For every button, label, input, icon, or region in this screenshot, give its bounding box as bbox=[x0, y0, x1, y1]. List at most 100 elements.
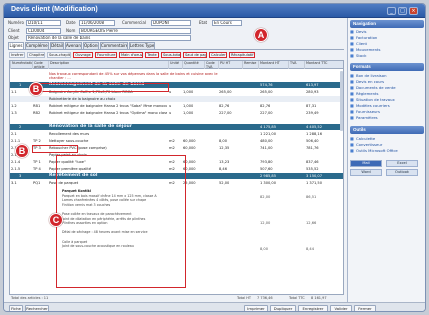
panel-item-calculette[interactable]: Calculette bbox=[350, 136, 375, 141]
col-montant-ttc[interactable]: Montant TTC bbox=[304, 61, 340, 69]
table-row[interactable]: 2 Rénovation de la salle de séjour 4 175,8… bbox=[10, 124, 343, 130]
objet-field[interactable]: Rénovation de la salle de bains bbox=[26, 35, 191, 41]
commercial-field[interactable]: DUPONT bbox=[151, 20, 191, 26]
cell-ht: 793,80 bbox=[260, 160, 273, 164]
panel-item-mouvements[interactable]: Mouvements bbox=[350, 47, 380, 52]
close-button[interactable]: × bbox=[409, 7, 418, 15]
cell-ht: 2 985,85 bbox=[260, 174, 277, 178]
col-pu-ht[interactable]: PU HT bbox=[218, 61, 242, 69]
panel-word-button[interactable]: Word bbox=[350, 169, 382, 176]
panel-item-convertisseur[interactable]: Convertisseur bbox=[350, 142, 382, 147]
valider-button[interactable]: Valider bbox=[330, 305, 352, 311]
numero-field[interactable]: D10/11 bbox=[26, 20, 61, 26]
sous-chapitre-button[interactable]: Sous-chapitre bbox=[47, 52, 71, 58]
grid-scrollbar-thumb[interactable] bbox=[340, 71, 343, 131]
etat-select[interactable]: En Cours bbox=[212, 20, 242, 26]
col-unite[interactable]: Unité bbox=[168, 61, 182, 69]
date-field[interactable]: 11/06/2008 bbox=[79, 20, 115, 26]
tab-options[interactable]: Options bbox=[83, 42, 99, 49]
highlight-section-1 bbox=[34, 83, 169, 92]
texte-button[interactable]: Texte bbox=[145, 52, 159, 58]
saut-page-button[interactable]: Saut de page bbox=[183, 52, 207, 58]
tab-lignes[interactable]: Lignes bbox=[8, 42, 24, 49]
panel-item-bon-livraison[interactable]: Bon de livraison bbox=[350, 73, 386, 78]
recapitulatif-button[interactable]: Récapitulatif bbox=[229, 52, 255, 58]
panel-mail-button[interactable]: Mail bbox=[350, 160, 382, 167]
panel-excel-button[interactable]: Excel bbox=[386, 160, 418, 167]
col-description[interactable]: Description bbox=[48, 61, 168, 69]
detail-value-ttc: 12,66 bbox=[306, 221, 317, 225]
tab-detail[interactable]: Détail bbox=[50, 42, 64, 49]
panel-item-stock[interactable]: Stock bbox=[350, 53, 366, 58]
table-row[interactable]: Robinetterie de la baignoire au choix bbox=[10, 96, 343, 102]
panel-item-modeles[interactable]: Modèles courriers bbox=[350, 103, 390, 108]
col-quantite[interactable]: Quantité bbox=[182, 61, 204, 69]
cell-num: 3 bbox=[19, 174, 22, 178]
cell-ht: 574,76 bbox=[260, 83, 273, 87]
panel-item-client[interactable]: Client bbox=[350, 41, 367, 46]
cell-unit: u bbox=[169, 104, 172, 108]
cell-ttc: 1 371,50 bbox=[306, 181, 323, 185]
maximize-button[interactable]: □ bbox=[398, 7, 407, 15]
sous-total-button[interactable]: Sous-total bbox=[161, 52, 181, 58]
tab-avenant[interactable]: Avenant bbox=[65, 42, 82, 49]
panel-item-devis[interactable]: Devis bbox=[350, 29, 366, 34]
col-montant-ht[interactable]: Montant HT bbox=[258, 61, 288, 69]
table-row[interactable]: 1.3 RB2 Robinet mitigeur de baignoire Hans… bbox=[10, 110, 343, 116]
panel-item-parametres[interactable]: Paramètres bbox=[350, 115, 378, 120]
dupliquer-button[interactable]: Dupliquer bbox=[270, 305, 296, 311]
panel-item-office[interactable]: Outils Microsoft Office bbox=[350, 148, 398, 153]
panel-outlook-button[interactable]: Outlook bbox=[386, 169, 418, 176]
cell-unit: m2 bbox=[169, 139, 175, 143]
panel-header-navigation[interactable]: Navigation bbox=[350, 20, 424, 28]
panel-item-devis-en-cours[interactable]: Devis en cours bbox=[350, 79, 384, 84]
tab-complements[interactable]: Compléments bbox=[25, 42, 49, 49]
rechercher-button[interactable]: Rechercher bbox=[25, 305, 49, 311]
detail-value-ttc: 8,44 bbox=[306, 247, 315, 251]
cell-ttc: 87,31 bbox=[306, 104, 317, 108]
tab-lettres-types[interactable]: Lettres Types bbox=[129, 42, 155, 49]
panel-item-documents-vente[interactable]: Documents de vente bbox=[350, 85, 396, 90]
table-row[interactable]: 2.1.1 TP 2 Nettoyer sous-couche m2 60,000 8,0… bbox=[10, 138, 343, 144]
insert-button[interactable]: Insérer bbox=[9, 52, 25, 58]
table-row[interactable]: 2.1 Recollement des murs 1 221,00 1 288,16 bbox=[10, 131, 343, 137]
imprimer-button[interactable]: Imprimer bbox=[244, 305, 268, 311]
panel-item-fournisseurs[interactable]: Fournisseurs bbox=[350, 109, 380, 114]
cell-code: RB2 bbox=[33, 111, 41, 115]
table-row[interactable]: Nos travaux correspondant de 45% sur vos… bbox=[10, 71, 343, 81]
col-remise[interactable]: Remise bbox=[242, 61, 258, 69]
cell-pu: 82,76 bbox=[219, 104, 230, 108]
cell-code: RB1 bbox=[33, 104, 41, 108]
panel-header-outils[interactable]: Outils bbox=[350, 126, 424, 134]
label-nom: Nom bbox=[66, 28, 76, 33]
ouvrage-button[interactable]: Ouvrage bbox=[73, 52, 93, 58]
tab-commentaires[interactable]: Commentaires bbox=[100, 42, 128, 49]
panel-item-reglements[interactable]: Règlements bbox=[350, 91, 378, 96]
callout-a: A bbox=[254, 28, 268, 42]
table-row[interactable] bbox=[10, 117, 343, 123]
col-code-tva[interactable]: Code TVA bbox=[204, 61, 218, 69]
main-oeuvre-button[interactable]: Main d'oeuvre bbox=[119, 52, 143, 58]
nom-field[interactable]: BOURGEOIS Pierre bbox=[79, 28, 191, 34]
col-code[interactable]: Code article bbox=[32, 61, 48, 69]
calculer-button[interactable]: Calculer bbox=[209, 52, 227, 58]
cell-ht: 741,00 bbox=[260, 146, 273, 150]
fiche-button[interactable]: Fiche bbox=[9, 305, 23, 311]
fourniture-button[interactable]: Fourniture bbox=[95, 52, 117, 58]
label-commercial: Commercial bbox=[122, 20, 146, 25]
cell-ttc: 4 405,52 bbox=[306, 125, 323, 129]
fermer-button[interactable]: Fermer bbox=[354, 305, 376, 311]
enregistrer-button[interactable]: Enregistrer bbox=[298, 305, 328, 311]
col-tva[interactable]: TVA bbox=[288, 61, 304, 69]
col-numerotation[interactable]: Numérotation bbox=[10, 61, 32, 69]
panel-header-formats[interactable]: Formats bbox=[350, 63, 424, 71]
client-field[interactable]: CLI0004 bbox=[26, 28, 61, 34]
table-row[interactable]: 1.2 RB1 Robinet mitigeur de baignoire Hans… bbox=[10, 103, 343, 109]
cell-ttc: 506,40 bbox=[306, 139, 319, 143]
panel-item-situation[interactable]: Situation de travaux bbox=[350, 97, 395, 102]
chapitre-button[interactable]: Chapitre bbox=[27, 52, 45, 58]
cell-ht: 4 175,85 bbox=[260, 125, 277, 129]
cell-num: 1 bbox=[19, 83, 22, 87]
minimize-button[interactable]: _ bbox=[387, 7, 396, 15]
panel-item-facturation[interactable]: Facturation bbox=[350, 35, 377, 40]
